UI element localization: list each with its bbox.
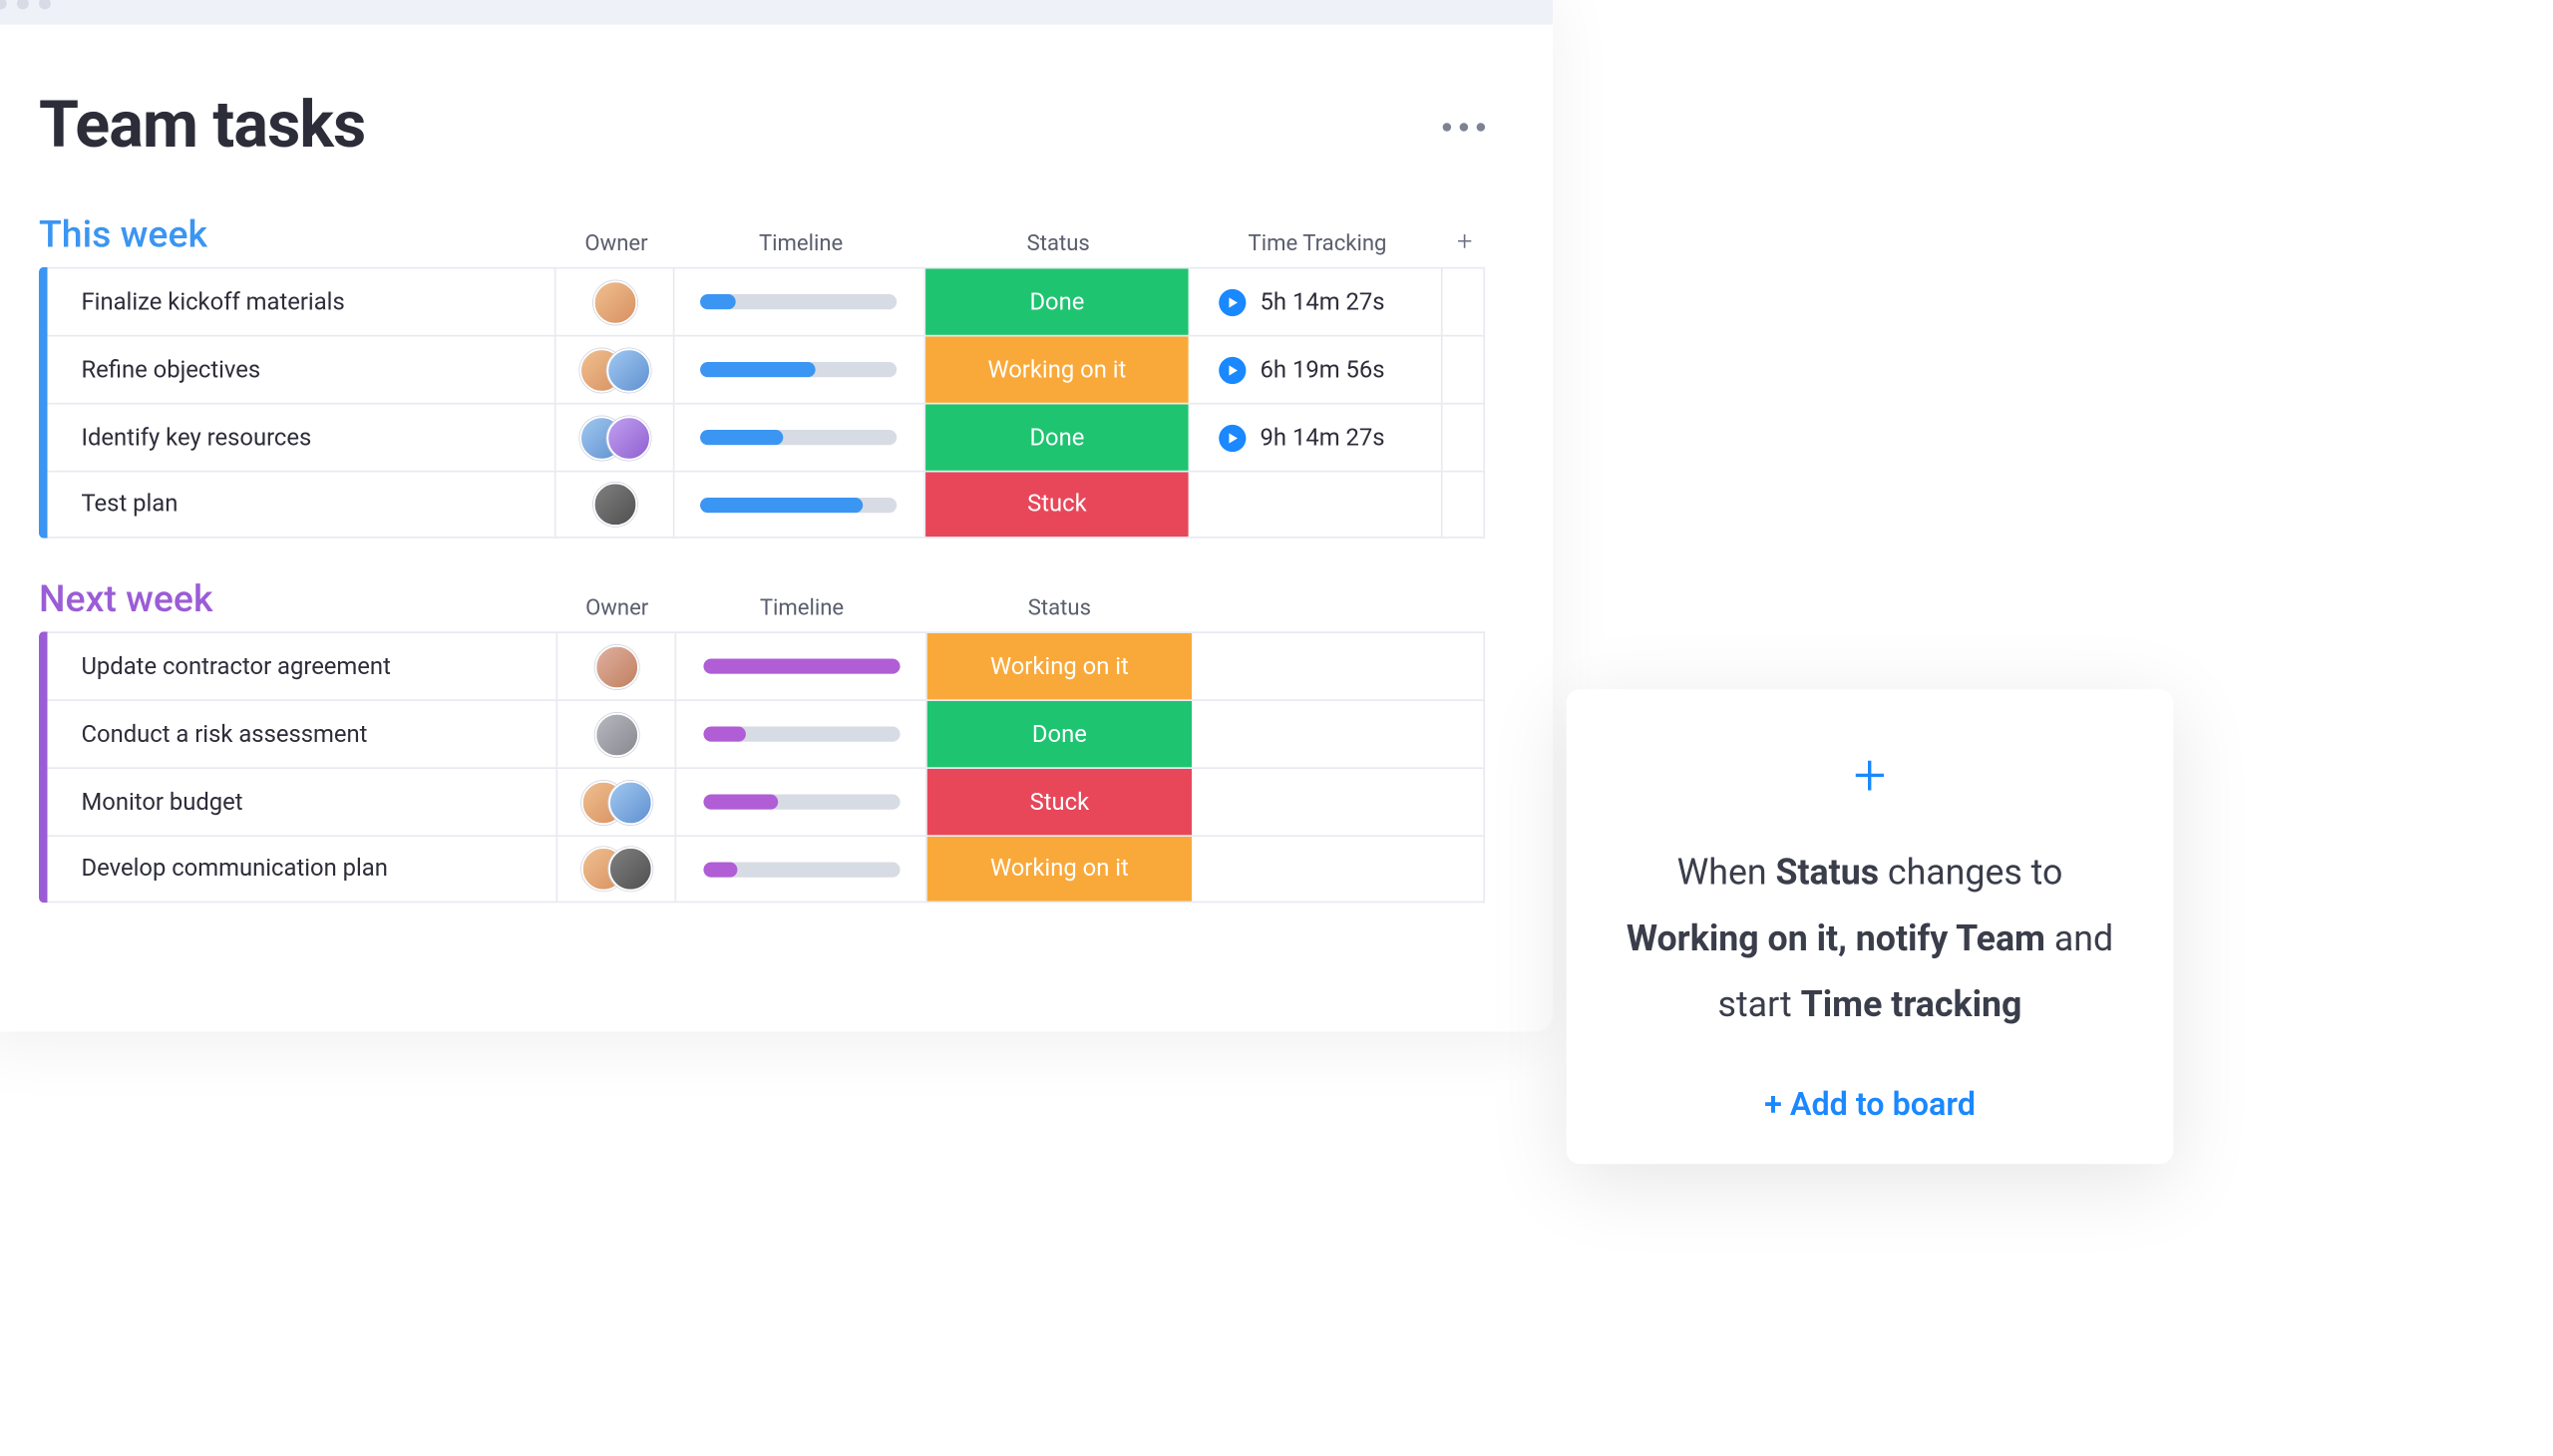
window-titlebar [0, 0, 1553, 25]
automation-card: + When Status changes to Working on it, … [1567, 689, 2174, 1163]
status-cell[interactable]: Stuck [925, 473, 1189, 538]
table-row[interactable]: Develop communication plan Working on it [48, 835, 1486, 903]
table-row[interactable]: Test plan Stuck [48, 471, 1486, 539]
task-name-cell[interactable]: Conduct a risk assessment [48, 701, 558, 767]
add-to-board-button[interactable]: + Add to board [1618, 1083, 2123, 1122]
timeline-cell[interactable] [676, 701, 927, 767]
column-header-owner[interactable]: Owner [557, 231, 676, 257]
avatar [607, 847, 651, 891]
owner-cell[interactable] [557, 633, 676, 699]
owner-cell[interactable] [557, 837, 676, 902]
extra-cell [1443, 269, 1484, 335]
avatar [594, 644, 638, 688]
status-cell[interactable]: Stuck [927, 769, 1192, 835]
task-group: This weekOwnerTimelineStatusTime Trackin… [0, 214, 1553, 579]
table-row[interactable]: Update contractor agreement Working on it [48, 631, 1486, 699]
traffic-light-min[interactable] [17, 0, 29, 9]
play-icon[interactable] [1220, 424, 1247, 451]
task-name-cell[interactable]: Refine objectives [48, 337, 556, 403]
task-name-cell[interactable]: Test plan [48, 473, 556, 538]
extra-cell [1443, 337, 1484, 403]
status-cell[interactable]: Working on it [925, 337, 1189, 403]
avatar [592, 483, 636, 527]
status-cell[interactable]: Done [927, 701, 1192, 767]
status-cell[interactable]: Done [925, 405, 1189, 471]
owner-cell[interactable] [556, 337, 675, 403]
avatar [606, 348, 650, 392]
time-tracking-cell[interactable]: 5h 14m 27s [1189, 269, 1442, 335]
task-name-cell[interactable]: Monitor budget [48, 769, 558, 835]
task-name-cell[interactable]: Update contractor agreement [48, 633, 558, 699]
avatar [606, 416, 650, 460]
time-value: 6h 19m 56s [1261, 356, 1385, 383]
group-title[interactable]: Next week [39, 579, 557, 622]
owner-cell[interactable] [557, 701, 676, 767]
owner-cell[interactable] [557, 769, 676, 835]
board-title: Team tasks [39, 89, 365, 164]
timeline-cell[interactable] [675, 269, 925, 335]
column-header-timeline[interactable]: Timeline [675, 231, 925, 257]
play-icon[interactable] [1220, 288, 1247, 315]
time-value: 9h 14m 27s [1261, 424, 1385, 451]
time-tracking-cell[interactable] [1189, 473, 1442, 538]
time-value: 5h 14m 27s [1261, 288, 1385, 315]
task-name-cell[interactable]: Identify key resources [48, 405, 556, 471]
time-tracking-cell[interactable]: 9h 14m 27s [1189, 405, 1442, 471]
timeline-cell[interactable] [675, 473, 925, 538]
avatar [594, 712, 638, 756]
task-name-cell[interactable]: Develop communication plan [48, 837, 558, 902]
group-title[interactable]: This week [39, 214, 557, 257]
status-cell[interactable]: Working on it [927, 837, 1192, 902]
table-row[interactable]: Refine objectives Working on it 6h 19m 56s [48, 335, 1486, 403]
add-column-button[interactable]: + [1444, 224, 1485, 256]
timeline-cell[interactable] [675, 405, 925, 471]
status-cell[interactable]: Done [925, 269, 1189, 335]
extra-cell [1443, 405, 1484, 471]
table-row[interactable]: Conduct a risk assessment Done [48, 699, 1486, 767]
traffic-light-close[interactable] [0, 0, 7, 9]
automation-text: When Status changes to Working on it, no… [1618, 842, 2123, 1039]
timeline-cell[interactable] [675, 337, 925, 403]
avatar [607, 780, 651, 824]
table-row[interactable]: Identify key resources Done 9h 14m 27s [48, 403, 1486, 471]
owner-cell[interactable] [556, 473, 675, 538]
status-cell[interactable]: Working on it [927, 633, 1192, 699]
timeline-cell[interactable] [676, 769, 927, 835]
more-menu-button[interactable] [1443, 122, 1486, 131]
app-window: Team tasks This weekOwnerTimelineStatusT… [0, 0, 1553, 1032]
plus-icon: + [1618, 747, 2123, 805]
owner-cell[interactable] [556, 405, 675, 471]
time-tracking-cell[interactable]: 6h 19m 56s [1189, 337, 1442, 403]
column-header-status[interactable]: Status [927, 596, 1192, 622]
column-header-timeline[interactable]: Timeline [676, 596, 927, 622]
play-icon[interactable] [1220, 356, 1247, 383]
timeline-cell[interactable] [676, 837, 927, 902]
table-row[interactable]: Finalize kickoff materials Done 5h 14m 27s [48, 267, 1486, 335]
traffic-light-max[interactable] [39, 0, 51, 9]
column-header-owner[interactable]: Owner [557, 596, 676, 622]
column-header-time-tracking[interactable]: Time Tracking [1191, 231, 1445, 257]
timeline-cell[interactable] [676, 633, 927, 699]
table-row[interactable]: Monitor budget Stuck [48, 767, 1486, 835]
avatar [592, 280, 636, 324]
extra-cell [1443, 473, 1484, 538]
column-header-status[interactable]: Status [926, 231, 1191, 257]
task-group: Next weekOwnerTimelineStatus Update contr… [0, 579, 1553, 944]
owner-cell[interactable] [556, 269, 675, 335]
task-name-cell[interactable]: Finalize kickoff materials [48, 269, 556, 335]
